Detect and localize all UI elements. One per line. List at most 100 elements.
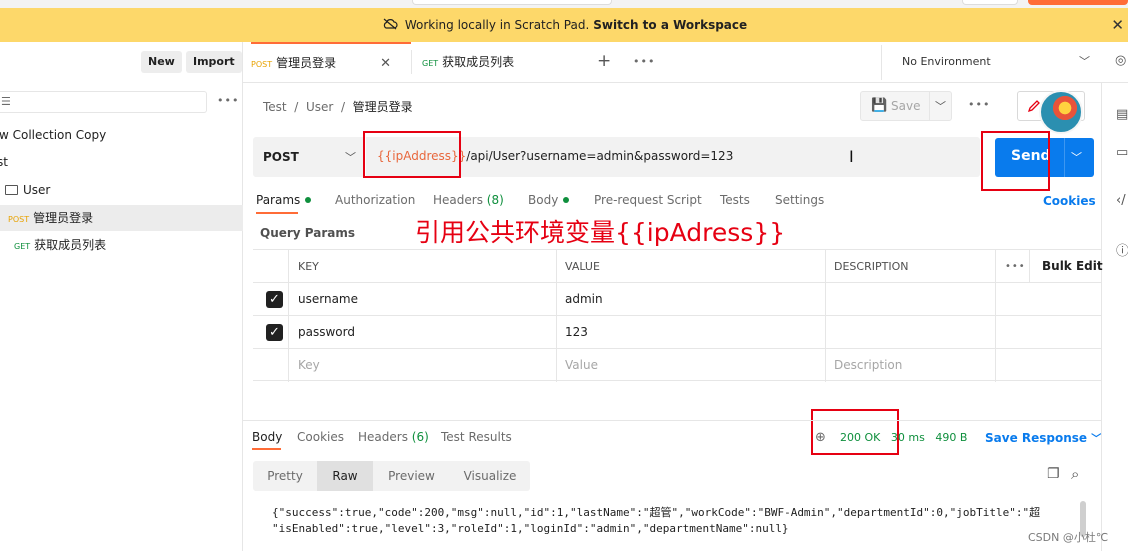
method-badge: POST	[8, 215, 30, 224]
sidebar-item-label: st	[0, 155, 8, 169]
invite-button-edge[interactable]	[962, 0, 1018, 5]
chevron-down-icon[interactable]: ﹀	[935, 98, 946, 114]
description-input[interactable]: Description	[834, 349, 902, 382]
search-bar-edge[interactable]	[412, 0, 612, 5]
method-badge: GET	[422, 59, 439, 68]
tab-params[interactable]: Params	[256, 193, 312, 207]
view-raw[interactable]: Raw	[317, 461, 373, 491]
column-value: VALUE	[565, 260, 600, 273]
sidebar-item-label: 获取成员列表	[34, 238, 107, 252]
annotation-box-variable	[363, 131, 461, 178]
table-header-row: KEY VALUE DESCRIPTION ••• Bulk Edit	[253, 250, 1103, 283]
text-cursor-icon: I	[849, 147, 854, 166]
key-input[interactable]: Key	[298, 349, 320, 382]
annotation-text: 引用公共环境变量{{ipAdress}}	[415, 218, 786, 247]
more-options-icon[interactable]: •••	[1005, 250, 1026, 283]
row-checkbox[interactable]: ✓	[266, 324, 283, 341]
sidebar-item-member-list[interactable]: GET 获取成员列表	[0, 232, 243, 258]
chevron-down-icon[interactable]: ﹀	[345, 149, 356, 165]
response-tab-headers[interactable]: Headers (6)	[358, 430, 429, 444]
request-tab-bar: POST 管理员登录 ✕ GET 获取成员列表 + ••• No Environmen…	[243, 42, 1128, 83]
tab-tests[interactable]: Tests	[720, 193, 750, 207]
documentation-icon[interactable]: ▤	[1116, 107, 1128, 122]
param-key[interactable]: password	[298, 316, 355, 349]
response-tab-body[interactable]: Body	[252, 430, 282, 444]
sidebar-item-label: User	[23, 183, 51, 197]
param-value[interactable]: 123	[565, 316, 588, 349]
filter-icon[interactable]: ☰	[1, 95, 11, 108]
response-body-line[interactable]: "isEnabled":true,"level":3,"roleId":1,"l…	[272, 522, 789, 535]
scratch-pad-banner: Working locally in Scratch Pad. Switch t…	[0, 8, 1128, 42]
annotation-box-send	[981, 131, 1050, 191]
response-body-line[interactable]: {"success":true,"code":200,"msg":null,"i…	[272, 504, 1040, 520]
cloud-off-icon	[381, 18, 399, 33]
response-divider[interactable]	[243, 420, 1101, 421]
breadcrumb-folder[interactable]: User	[306, 100, 333, 114]
param-value[interactable]: admin	[565, 283, 603, 316]
method-badge: GET	[14, 242, 31, 251]
upgrade-button-edge[interactable]	[1028, 0, 1128, 5]
breadcrumb-current[interactable]: 管理员登录	[353, 100, 413, 114]
row-checkbox[interactable]: ✓	[266, 291, 283, 308]
table-row-empty: Key Value Description	[253, 349, 1101, 382]
view-preview[interactable]: Preview	[373, 461, 450, 491]
new-tab-icon[interactable]: +	[597, 51, 611, 71]
switch-workspace-link[interactable]: Switch to a Workspace	[593, 18, 747, 32]
response-view-switcher: Pretty Raw Preview Visualize	[253, 461, 530, 491]
banner-text: Working locally in Scratch Pad.	[404, 18, 590, 32]
info-icon[interactable]: ⓘ	[1116, 240, 1128, 259]
chevron-down-icon[interactable]: ﹀	[1079, 53, 1090, 69]
bulk-edit-button[interactable]: Bulk Edit	[1042, 250, 1103, 283]
save-button[interactable]: 💾 Save ﹀	[860, 91, 952, 121]
chevron-down-icon: ﹀	[1091, 434, 1102, 445]
table-row: ✓ username admin	[253, 283, 1101, 316]
more-options-icon[interactable]: •••	[968, 98, 990, 111]
view-pretty[interactable]: Pretty	[253, 461, 317, 491]
sidebar-item-test[interactable]: st	[0, 149, 240, 175]
view-visualize[interactable]: Visualize	[450, 461, 530, 491]
table-row: ✓ password 123	[253, 316, 1101, 349]
import-button[interactable]: Import	[186, 51, 242, 73]
sidebar-search-input[interactable]: ☰	[0, 91, 207, 113]
save-response-button[interactable]: Save Response ﹀	[985, 430, 1101, 445]
tab-pre-request-script[interactable]: Pre-request Script	[594, 193, 702, 207]
method-select[interactable]: POST	[263, 150, 299, 164]
chevron-down-icon[interactable]: ﹀	[1071, 149, 1082, 165]
copy-icon[interactable]: ❐	[1047, 466, 1060, 482]
more-options-icon[interactable]: •••	[217, 94, 239, 107]
param-key[interactable]: username	[298, 283, 358, 316]
save-icon: 💾	[871, 98, 888, 113]
save-label: Save	[891, 99, 921, 113]
cookies-link[interactable]: Cookies	[1043, 194, 1096, 208]
search-icon[interactable]: ⌕	[1071, 465, 1079, 483]
tab-member-list[interactable]: GET 获取成员列表	[422, 42, 572, 82]
comments-icon[interactable]: ▭	[1116, 145, 1128, 160]
new-button[interactable]: New	[141, 51, 182, 73]
breadcrumb-collection[interactable]: Test	[263, 100, 287, 114]
response-tab-test-results[interactable]: Test Results	[441, 430, 512, 444]
active-tab-indicator	[252, 448, 281, 450]
close-icon[interactable]: ✕	[1111, 16, 1124, 34]
sidebar-item-collection[interactable]: w Collection Copy	[0, 122, 242, 148]
environment-select[interactable]: No Environment	[902, 55, 991, 68]
avatar[interactable]	[1039, 90, 1083, 134]
eye-icon[interactable]: ◎	[1115, 53, 1126, 68]
sidebar-item-admin-login[interactable]: POST 管理员登录	[0, 205, 243, 231]
tab-settings[interactable]: Settings	[775, 193, 824, 207]
sidebar-item-folder-user[interactable]: User	[5, 177, 243, 203]
response-tab-cookies[interactable]: Cookies	[297, 430, 344, 444]
tab-admin-login[interactable]: POST 管理员登录 ✕	[251, 42, 411, 82]
url-path: /api/User?username=admin&password=123	[466, 149, 734, 163]
tab-options-icon[interactable]: •••	[633, 55, 655, 68]
code-icon[interactable]: ‹/	[1116, 193, 1126, 208]
close-tab-icon[interactable]: ✕	[380, 56, 391, 71]
tab-authorization[interactable]: Authorization	[335, 193, 415, 207]
tab-body[interactable]: Body	[528, 193, 570, 207]
title-strip	[0, 0, 1128, 8]
watermark: CSDN @小杜℃	[1028, 531, 1109, 544]
globe-icon[interactable]: ⊕	[815, 430, 826, 445]
sidebar-item-label: 管理员登录	[33, 211, 94, 225]
value-input[interactable]: Value	[565, 349, 598, 382]
breadcrumb: Test / User / 管理员登录	[263, 100, 413, 114]
tab-headers[interactable]: Headers (8)	[433, 193, 504, 207]
